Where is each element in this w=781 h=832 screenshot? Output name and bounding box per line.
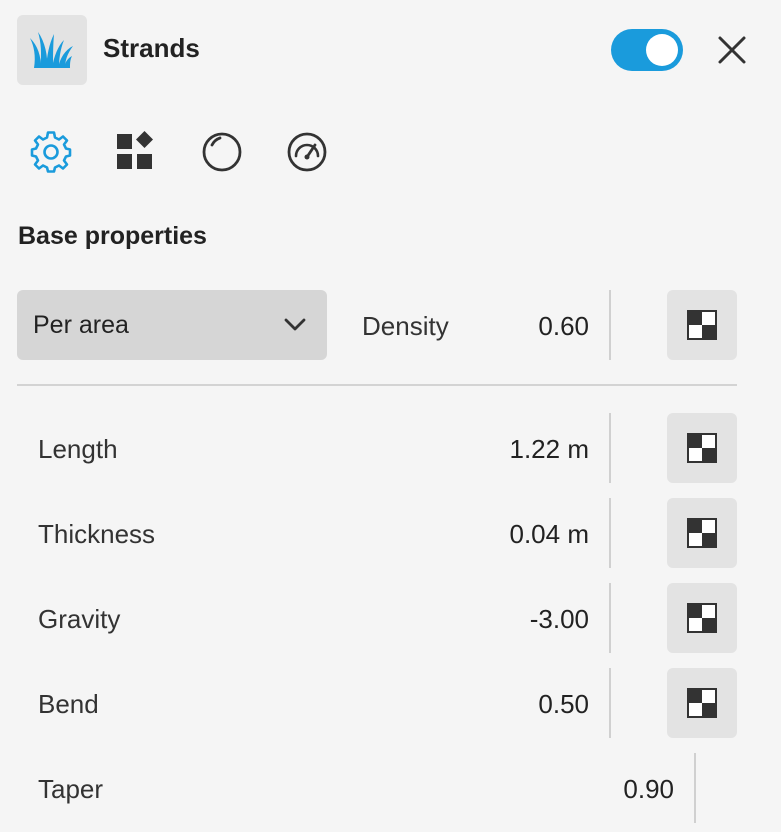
divider: [694, 753, 696, 823]
taper-value[interactable]: 0.90: [520, 774, 674, 805]
bend-label: Bend: [38, 689, 99, 719]
checker-icon: [687, 518, 717, 548]
thickness-value[interactable]: 0.04 m: [440, 519, 590, 550]
divider: [609, 290, 611, 360]
panel-header: Strands: [0, 0, 781, 100]
panel-title: Strands: [103, 33, 200, 63]
close-button[interactable]: [714, 32, 750, 68]
tab-settings[interactable]: [27, 130, 75, 174]
grass-icon: [17, 15, 87, 85]
section-title: Base properties: [18, 222, 207, 250]
toggle-knob: [646, 34, 678, 66]
enable-toggle[interactable]: [611, 29, 683, 71]
tab-performance[interactable]: [283, 130, 331, 174]
gravity-texture-button[interactable]: [667, 583, 737, 653]
checker-icon: [687, 688, 717, 718]
checker-icon: [687, 433, 717, 463]
divider: [609, 668, 611, 738]
close-icon: [718, 36, 746, 64]
divider: [609, 498, 611, 568]
tab-modules[interactable]: [111, 130, 159, 174]
bend-texture-button[interactable]: [667, 668, 737, 738]
tab-bar: [0, 120, 781, 184]
divider: [609, 583, 611, 653]
checker-icon: [687, 310, 717, 340]
shapes-icon: [117, 131, 153, 169]
bend-value[interactable]: 0.50: [440, 689, 589, 720]
checker-icon: [687, 603, 717, 633]
gravity-label: Gravity: [38, 604, 121, 634]
density-texture-button[interactable]: [667, 290, 737, 360]
chevron-down-icon: [284, 318, 306, 331]
length-label: Length: [38, 434, 118, 464]
thickness-label: Thickness: [38, 519, 156, 549]
taper-label: Taper: [38, 774, 104, 804]
length-texture-button[interactable]: [667, 413, 737, 483]
tab-shape[interactable]: [198, 130, 246, 174]
circle-icon: [202, 132, 242, 172]
density-label: Density: [362, 311, 449, 341]
gauge-icon: [287, 132, 327, 172]
thickness-texture-button[interactable]: [667, 498, 737, 568]
dropdown-value: Per area: [33, 311, 129, 339]
section-divider: [17, 384, 737, 386]
distribution-dropdown[interactable]: Per area: [17, 290, 327, 360]
divider: [609, 413, 611, 483]
density-value[interactable]: 0.60: [460, 311, 589, 342]
gear-icon: [30, 131, 72, 173]
gravity-value[interactable]: -3.00: [440, 604, 589, 635]
length-value[interactable]: 1.22 m: [440, 434, 590, 465]
